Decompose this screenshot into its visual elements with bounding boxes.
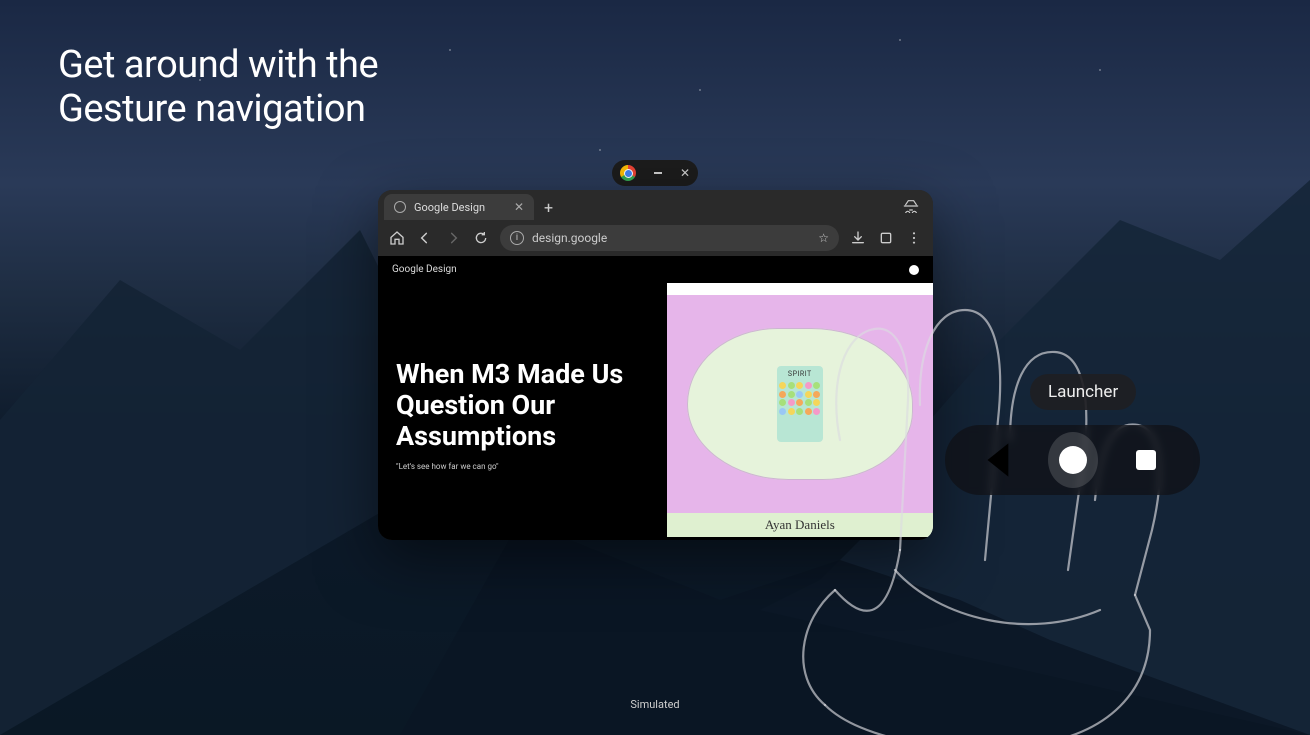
minimize-icon[interactable] xyxy=(654,172,662,174)
browser-toolbar: i design.google ☆ xyxy=(378,220,933,256)
url-text: design.google xyxy=(532,231,607,245)
tab-strip: Google Design ✕ + xyxy=(378,190,933,220)
launcher-tooltip: Launcher xyxy=(1030,374,1136,410)
article-title: When M3 Made Us Question Our Assumptions xyxy=(396,359,649,453)
tab-title: Google Design xyxy=(414,201,485,214)
site-header: Google Design xyxy=(378,256,933,283)
avatar-icon[interactable] xyxy=(909,265,919,275)
article-subtitle: "Let's see how far we can go" xyxy=(396,462,649,471)
article-text: When M3 Made Us Question Our Assumptions… xyxy=(378,283,667,537)
favicon-icon xyxy=(394,201,406,213)
simulated-label: Simulated xyxy=(0,698,1310,711)
hero-illustration: SPIRIT xyxy=(667,295,933,513)
tab-google-design[interactable]: Google Design ✕ xyxy=(384,194,534,220)
site-info-icon[interactable]: i xyxy=(510,231,524,245)
window-control-pill[interactable]: ✕ xyxy=(612,160,698,186)
hero-author: Ayan Daniels xyxy=(667,513,933,537)
new-tab-button[interactable]: + xyxy=(544,198,553,217)
menu-icon[interactable] xyxy=(905,229,923,247)
back-icon[interactable] xyxy=(416,229,434,247)
nav-back-button[interactable] xyxy=(975,435,1025,485)
tab-close-icon[interactable]: ✕ xyxy=(514,200,524,214)
headline-line-1: Get around with the xyxy=(58,43,378,87)
site-title: Google Design xyxy=(392,264,457,275)
close-icon[interactable]: ✕ xyxy=(680,166,690,180)
phone-label: SPIRIT xyxy=(788,370,812,378)
page-content: Google Design When M3 Made Us Question O… xyxy=(378,256,933,540)
article-hero: MOMENTS THAT MATTER MOMENTS THAT MATTER … xyxy=(667,283,933,537)
hero-banner-right: MOMENTS THAT MATTER xyxy=(852,285,927,293)
hero-banner-left: MOMENTS THAT MATTER xyxy=(673,285,748,293)
nav-recent-button[interactable] xyxy=(1121,435,1171,485)
forward-icon xyxy=(444,229,462,247)
hero-phone: SPIRIT xyxy=(777,366,823,442)
download-icon[interactable] xyxy=(849,229,867,247)
profile-icon[interactable] xyxy=(903,198,919,217)
reload-icon[interactable] xyxy=(472,229,490,247)
chrome-icon xyxy=(620,165,636,181)
address-bar[interactable]: i design.google ☆ xyxy=(500,225,839,251)
browser-window: Google Design ✕ + i design.google ☆ xyxy=(378,190,933,540)
bookmark-star-icon[interactable]: ☆ xyxy=(818,231,829,245)
home-icon[interactable] xyxy=(388,229,406,247)
headline-line-2: Gesture navigation xyxy=(58,87,366,131)
gesture-nav-bar xyxy=(945,425,1200,495)
tabs-icon[interactable] xyxy=(877,229,895,247)
nav-home-button[interactable] xyxy=(1048,435,1098,485)
overlay-headline: Get around with the Gesture navigation xyxy=(58,44,378,131)
